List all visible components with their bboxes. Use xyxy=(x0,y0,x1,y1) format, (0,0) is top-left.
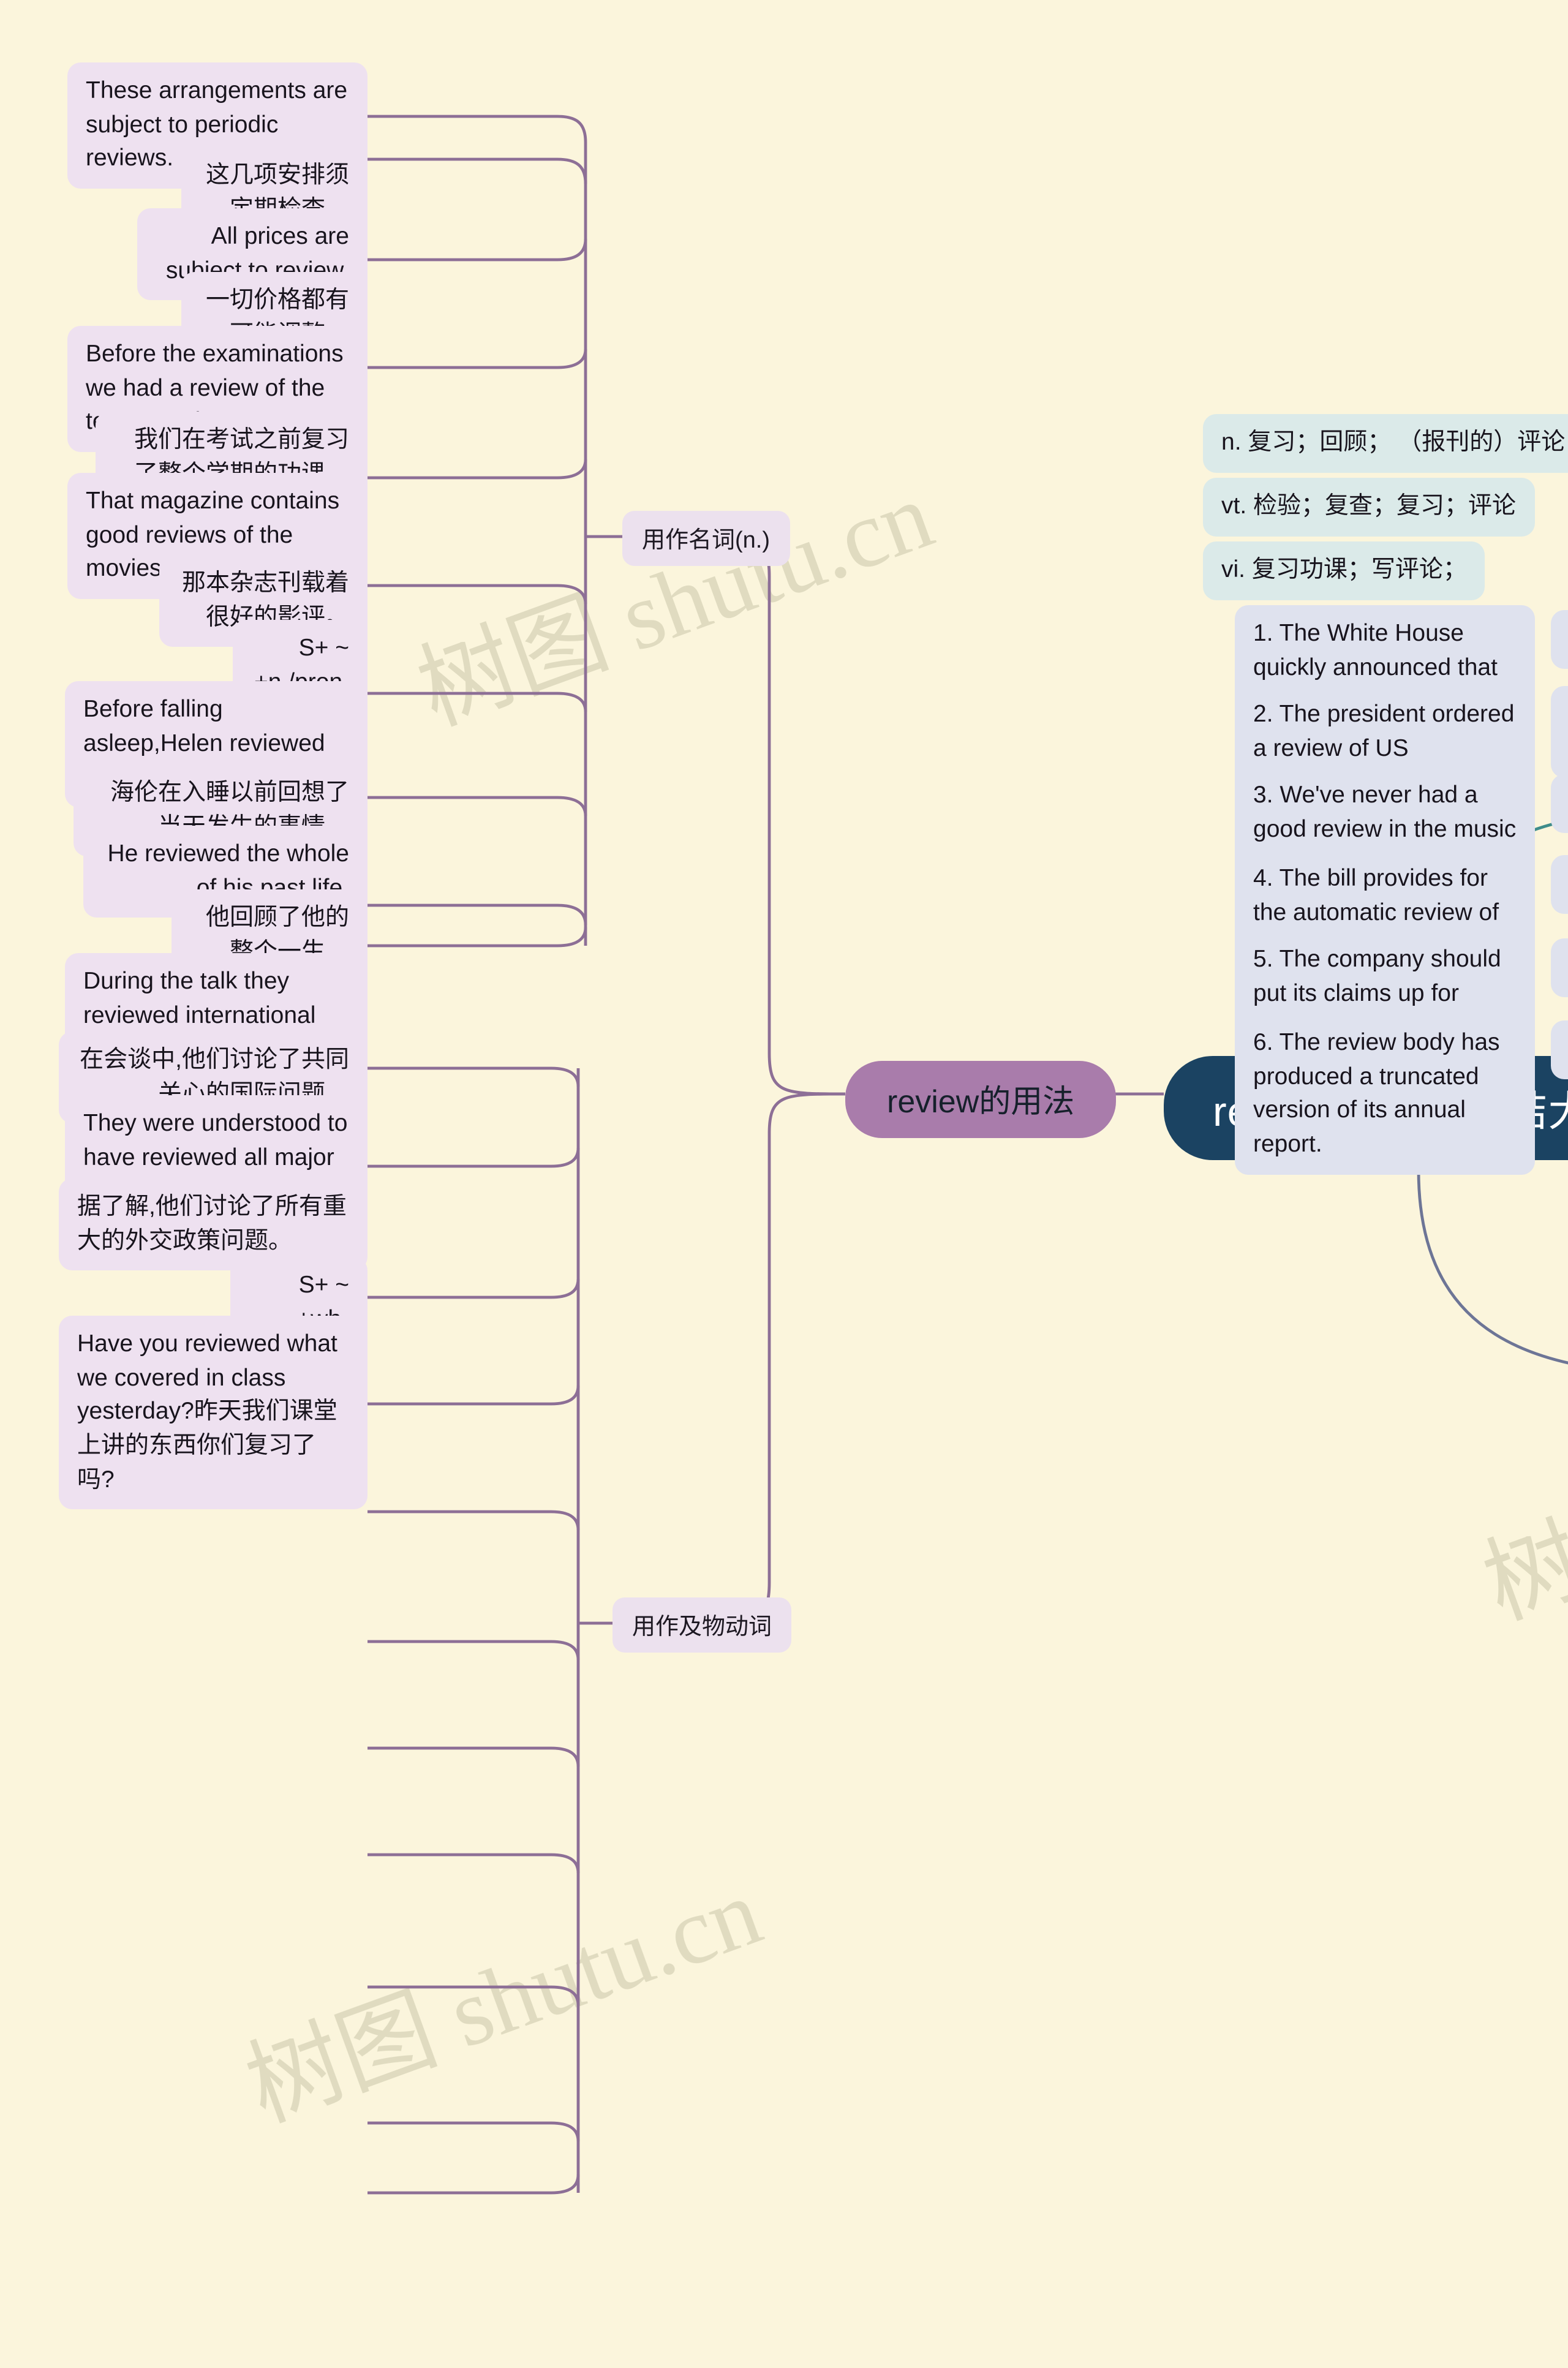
watermark: 树图 shutu.cn xyxy=(233,1857,774,2141)
example-zh-3[interactable]: 我们从未在音乐媒体获得过好评。 xyxy=(1551,774,1568,833)
meaning-item-vt[interactable]: vt. 检验；复查；复习；评论 xyxy=(1203,478,1535,537)
meaning-item-n[interactable]: n. 复习；回顾； （报刊的）评论；[法]复审 xyxy=(1203,414,1568,473)
watermark: 树图 shutu.cn xyxy=(1471,1356,1568,1639)
meaning-item-vi[interactable]: vi. 复习功课；写评论； xyxy=(1203,541,1485,600)
mindmap-canvas: 树图 shutu.cn 树图 shutu.cn 树图 shutu.cn 树图 s… xyxy=(0,0,1568,2195)
example-zh-5[interactable]: 公司应该将其要求交由仲裁者审核。 xyxy=(1551,938,1568,997)
example-en-6[interactable]: 6. The review body has produced a trunca… xyxy=(1235,1014,1535,1175)
example-zh-4[interactable]: 该法案规定所有死刑判决都要自动接受审核。 xyxy=(1551,855,1568,914)
example-zh-2[interactable]: 总统下令对美国向约旦提供的经济援助进行审查。 xyxy=(1551,686,1568,779)
example-zh-1[interactable]: 白宫很快宣布该项政策正在审核中。 xyxy=(1551,610,1568,669)
leaf-wh-1[interactable]: Have you reviewed what we covered in cla… xyxy=(59,1316,368,1510)
branch-usage[interactable]: review的用法 xyxy=(845,1061,1117,1138)
watermark: 树图 shutu.cn xyxy=(405,461,946,745)
tag-noun-usage[interactable]: 用作名词(n.) xyxy=(622,511,790,566)
example-zh-6[interactable]: 该评论机构出版了其年报的删节版本。 xyxy=(1551,1020,1568,1079)
tag-transitive-usage[interactable]: 用作及物动词 xyxy=(612,1597,792,1653)
